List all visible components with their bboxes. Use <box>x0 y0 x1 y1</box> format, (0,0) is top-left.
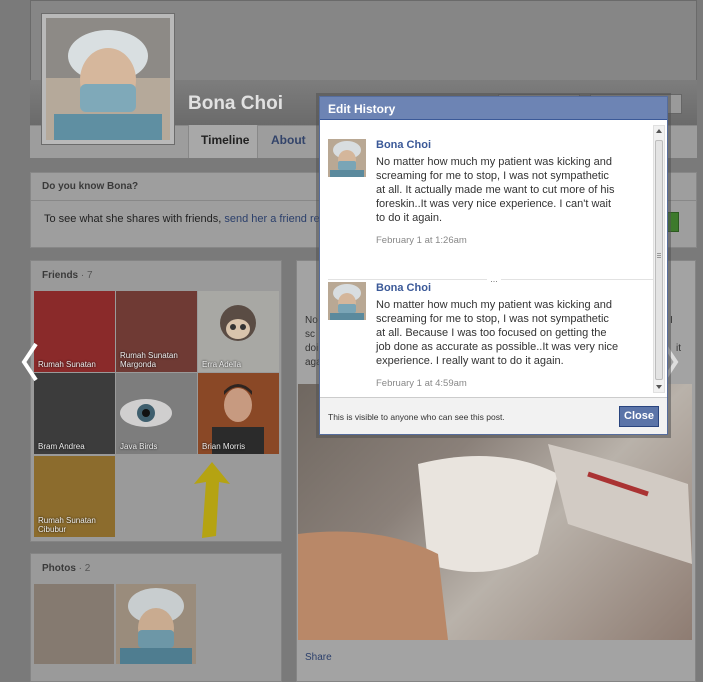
avatar[interactable] <box>328 139 366 177</box>
profile-picture[interactable] <box>42 14 174 144</box>
edit-history-dialog: Edit History Bona Choi No matter how muc… <box>319 96 668 435</box>
profile-photo-image <box>46 18 170 140</box>
dialog-title: Edit History <box>320 97 667 120</box>
avatar-image <box>328 282 366 320</box>
friend-tile[interactable]: Brian Morris <box>198 373 279 454</box>
profile-name[interactable]: Bona Choi <box>188 93 283 115</box>
friend-name: Java Birds <box>120 442 158 451</box>
scroll-up-icon[interactable] <box>656 129 662 133</box>
scrollbar-thumb[interactable] <box>655 140 663 380</box>
know-box-title: Do you know Bona? <box>42 181 139 192</box>
entry-text: No matter how much my patient was kickin… <box>376 156 615 224</box>
history-entry: Bona Choi No matter how much my patient … <box>328 139 653 284</box>
avatar[interactable] <box>328 282 366 320</box>
friend-tile[interactable]: Rumah Sunatan <box>34 291 115 372</box>
post-snippet: I <box>670 315 673 326</box>
friend-tile[interactable]: Rumah Sunatan Cibubur <box>34 456 115 537</box>
friend-name: Brian Morris <box>202 442 246 451</box>
entry-timestamp[interactable]: February 1 at 1:26am <box>376 235 467 246</box>
friends-title[interactable]: Friends · 7 <box>42 270 93 281</box>
entry-timestamp[interactable]: February 1 at 4:59am <box>376 378 467 389</box>
friend-tile[interactable]: Java Birds <box>116 373 197 454</box>
post-snippet: sc <box>305 329 315 340</box>
avatar-image <box>328 139 366 177</box>
photo-thumbnail[interactable] <box>34 584 114 664</box>
close-button[interactable]: Close <box>619 406 659 427</box>
chevron-left-icon[interactable] <box>20 342 40 382</box>
yellow-arrow-annotation <box>194 462 230 538</box>
dialog-scrollbar[interactable] <box>653 125 665 393</box>
photos-title-label: Photos <box>42 563 76 574</box>
entry-text: No matter how much my patient was kickin… <box>376 299 619 367</box>
friends-title-label: Friends <box>42 270 79 281</box>
friend-name: Rumah Sunatan Margonda <box>120 351 178 369</box>
scroll-down-icon[interactable] <box>656 385 662 389</box>
tab-timeline[interactable]: Timeline <box>201 133 249 147</box>
share-link[interactable]: Share <box>305 652 332 663</box>
visibility-note: This is visible to anyone who can see th… <box>328 412 505 422</box>
entry-author[interactable]: Bona Choi <box>376 282 431 294</box>
photo-thumbnail[interactable] <box>116 584 196 664</box>
friend-name: Rumah Sunatan Cibubur <box>38 516 96 534</box>
friend-name: Rumah Sunatan <box>38 360 96 369</box>
send-friend-request-link[interactable]: send her a friend re <box>224 213 319 225</box>
entry-author[interactable]: Bona Choi <box>376 139 431 151</box>
post-snippet: No <box>305 315 318 326</box>
photos-count: · 2 <box>78 563 91 574</box>
edit-history-list[interactable]: Bona Choi No matter how much my patient … <box>320 121 667 397</box>
know-box-text: To see what she shares with friends, sen… <box>44 213 320 225</box>
grip-icon <box>657 253 661 254</box>
friends-count: · 7 <box>80 270 93 281</box>
post-snippet: doi <box>305 343 319 354</box>
friend-tile[interactable]: Bram Andrea <box>34 373 115 454</box>
profile-thumb-image <box>120 588 192 664</box>
friend-name: Bram Andrea <box>38 442 85 451</box>
friend-tile[interactable]: Erra Adella <box>198 291 279 372</box>
friend-name: Erra Adella <box>202 360 242 369</box>
friend-tile[interactable]: Rumah Sunatan Margonda <box>116 291 197 372</box>
photos-title[interactable]: Photos · 2 <box>42 563 90 574</box>
tab-about[interactable]: About <box>271 133 306 147</box>
dialog-footer: This is visible to anyone who can see th… <box>320 397 667 434</box>
know-box-body: To see what she shares with friends, <box>44 213 225 225</box>
history-entry: Bona Choi No matter how much my patient … <box>328 282 653 392</box>
